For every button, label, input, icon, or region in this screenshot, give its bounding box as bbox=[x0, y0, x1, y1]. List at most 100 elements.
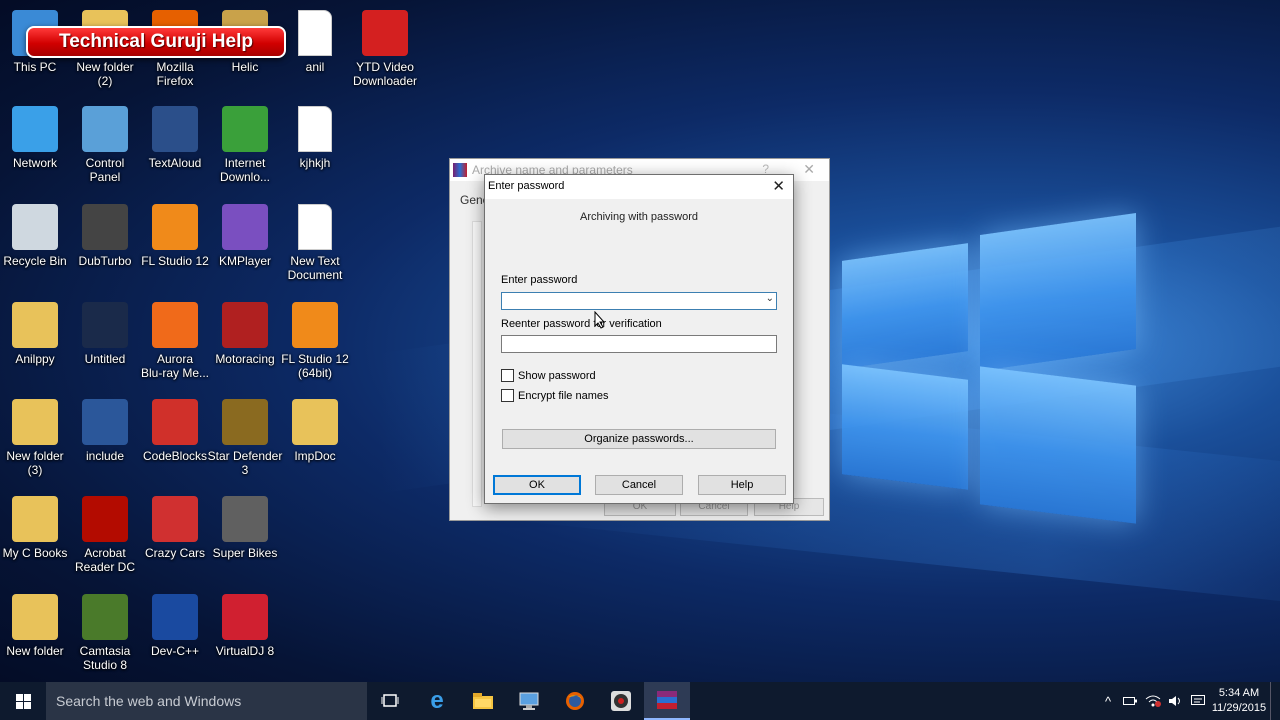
desktop-icon[interactable]: Star Defender 3 bbox=[207, 399, 283, 477]
battery-icon[interactable] bbox=[1120, 682, 1140, 720]
encrypt-file-names-checkbox[interactable]: Encrypt file names bbox=[501, 389, 608, 402]
codeblocks-icon bbox=[152, 399, 198, 445]
edge-icon[interactable]: e bbox=[414, 682, 460, 720]
desktop-icon[interactable]: Internet Downlo... bbox=[207, 106, 283, 184]
desktop-icon-label: Helic bbox=[231, 60, 259, 74]
desktop-icon[interactable]: Control Panel bbox=[67, 106, 143, 184]
ytd-icon bbox=[362, 10, 408, 56]
close-icon[interactable]: ✕ bbox=[772, 177, 785, 195]
folder-icon bbox=[12, 594, 58, 640]
dialog-subtitle: Archiving with password bbox=[580, 211, 698, 223]
pdf-folder-icon bbox=[12, 496, 58, 542]
desktop-icon-label: DubTurbo bbox=[78, 254, 132, 268]
show-password-label: Show password bbox=[518, 369, 596, 382]
aurora-icon bbox=[152, 302, 198, 348]
fl-studio-icon bbox=[292, 302, 338, 348]
desktop-icon[interactable]: FL Studio 12 (64bit) bbox=[277, 302, 353, 380]
close-icon[interactable]: ✕ bbox=[803, 161, 815, 178]
desktop-icon[interactable]: My C Books bbox=[0, 496, 73, 560]
help-button[interactable]: Help bbox=[698, 475, 786, 495]
desktop-icon[interactable]: DubTurbo bbox=[67, 204, 143, 268]
desktop-icon[interactable]: Anilppy bbox=[0, 302, 73, 366]
camtasia-icon bbox=[82, 594, 128, 640]
desktop-icon[interactable]: TextAloud bbox=[137, 106, 213, 170]
checkbox-box[interactable] bbox=[501, 369, 514, 382]
desktop-icon-label: Anilppy bbox=[15, 352, 55, 366]
desktop-icon-label: Network bbox=[12, 156, 57, 170]
organize-passwords-button[interactable]: Organize passwords... bbox=[502, 429, 776, 449]
desktop-icon[interactable]: Super Bikes bbox=[207, 496, 283, 560]
dialog-titlebar[interactable]: Enter password ✕ bbox=[485, 175, 793, 199]
desktop-icon[interactable]: anil bbox=[277, 10, 353, 74]
reenter-password-label: Reenter password for verification bbox=[501, 318, 662, 330]
desktop-icon[interactable]: Acrobat Reader DC bbox=[67, 496, 143, 574]
super-bikes-icon bbox=[222, 496, 268, 542]
desktop-icon[interactable]: include bbox=[67, 399, 143, 463]
document-icon bbox=[298, 10, 332, 56]
desktop-icon[interactable]: KMPlayer bbox=[207, 204, 283, 268]
desktop-icon[interactable]: Crazy Cars bbox=[137, 496, 213, 560]
desktop-icon-label: New folder bbox=[6, 644, 64, 658]
desktop-icon-label: Motoracing bbox=[215, 352, 275, 366]
enter-password-label: Enter password bbox=[501, 274, 578, 286]
desktop-icon[interactable]: Untitled bbox=[67, 302, 143, 366]
winrar-icon bbox=[453, 163, 467, 177]
chevron-down-icon[interactable]: ⌄ bbox=[766, 293, 774, 304]
taskbar: Search the web and Windows e ^ 5:34 AM 1… bbox=[0, 682, 1280, 720]
document-icon bbox=[298, 106, 332, 152]
task-view-icon[interactable] bbox=[367, 682, 413, 720]
reenter-password-field[interactable] bbox=[501, 335, 777, 353]
desktop-icon[interactable]: FL Studio 12 bbox=[137, 204, 213, 268]
enter-password-dialog: Enter password ✕ Archiving with password… bbox=[484, 174, 794, 504]
channel-banner: Technical Guruji Help bbox=[26, 26, 286, 58]
checkbox-box[interactable] bbox=[501, 389, 514, 402]
volume-icon[interactable] bbox=[1166, 682, 1186, 720]
desktop-icon-label: include bbox=[85, 449, 125, 463]
search-box[interactable]: Search the web and Windows bbox=[46, 682, 367, 720]
desktop-icon-label: New folder (3) bbox=[6, 449, 64, 477]
file-explorer-icon[interactable] bbox=[460, 682, 506, 720]
show-desktop-button[interactable] bbox=[1270, 682, 1280, 720]
video-icon bbox=[82, 302, 128, 348]
desktop-icon[interactable]: New folder (3) bbox=[0, 399, 73, 477]
show-hidden-icons-icon[interactable]: ^ bbox=[1098, 682, 1118, 720]
desktop-icon[interactable]: kjhkjh bbox=[277, 106, 353, 170]
control-panel-icon bbox=[82, 106, 128, 152]
desktop-icon-label: Internet Downlo... bbox=[219, 156, 271, 184]
fl-studio-icon bbox=[152, 204, 198, 250]
dubturbo-icon bbox=[82, 204, 128, 250]
ok-button[interactable]: OK bbox=[493, 475, 581, 495]
clock[interactable]: 5:34 AM 11/29/2015 bbox=[1208, 686, 1270, 716]
start-button[interactable] bbox=[0, 682, 46, 720]
enter-password-field[interactable]: ⌄ bbox=[501, 292, 777, 310]
desktop-icon-label: My C Books bbox=[2, 546, 68, 560]
action-center-icon[interactable] bbox=[1188, 682, 1208, 720]
desktop-icon-label: FL Studio 12 (64bit) bbox=[281, 352, 349, 380]
computer-icon[interactable] bbox=[506, 682, 552, 720]
desktop-icon[interactable]: ImpDoc bbox=[277, 399, 353, 463]
dialog-title: Enter password bbox=[488, 180, 565, 192]
show-password-checkbox[interactable]: Show password bbox=[501, 369, 596, 382]
desktop-icon-label: Super Bikes bbox=[212, 546, 278, 560]
folder-icon bbox=[12, 399, 58, 445]
dubturbo-icon[interactable] bbox=[598, 682, 644, 720]
firefox-icon[interactable] bbox=[552, 682, 598, 720]
desktop-icon[interactable]: New Text Document bbox=[277, 204, 353, 282]
desktop-icon[interactable]: Network bbox=[0, 106, 73, 170]
desktop-icon[interactable]: Camtasia Studio 8 bbox=[67, 594, 143, 672]
cancel-button[interactable]: Cancel bbox=[595, 475, 683, 495]
winrar-icon[interactable] bbox=[644, 682, 690, 720]
desktop-icon[interactable]: Dev-C++ bbox=[137, 594, 213, 658]
desktop-icon[interactable]: Recycle Bin bbox=[0, 204, 73, 268]
network-status-icon[interactable] bbox=[1142, 682, 1164, 720]
document-icon bbox=[298, 204, 332, 250]
desktop-icon[interactable]: VirtualDJ 8 bbox=[207, 594, 283, 658]
desktop-icon[interactable]: CodeBlocks bbox=[137, 399, 213, 463]
desktop-icon[interactable]: Motoracing bbox=[207, 302, 283, 366]
desktop-icon[interactable]: Aurora Blu-ray Me... bbox=[137, 302, 213, 380]
clock-date: 11/29/2015 bbox=[1211, 702, 1267, 714]
textaloud-icon bbox=[152, 106, 198, 152]
desktop-icon[interactable]: New folder bbox=[0, 594, 73, 658]
desktop-icon-label: ImpDoc bbox=[294, 449, 336, 463]
desktop-icon[interactable]: YTD Video Downloader bbox=[347, 10, 423, 88]
